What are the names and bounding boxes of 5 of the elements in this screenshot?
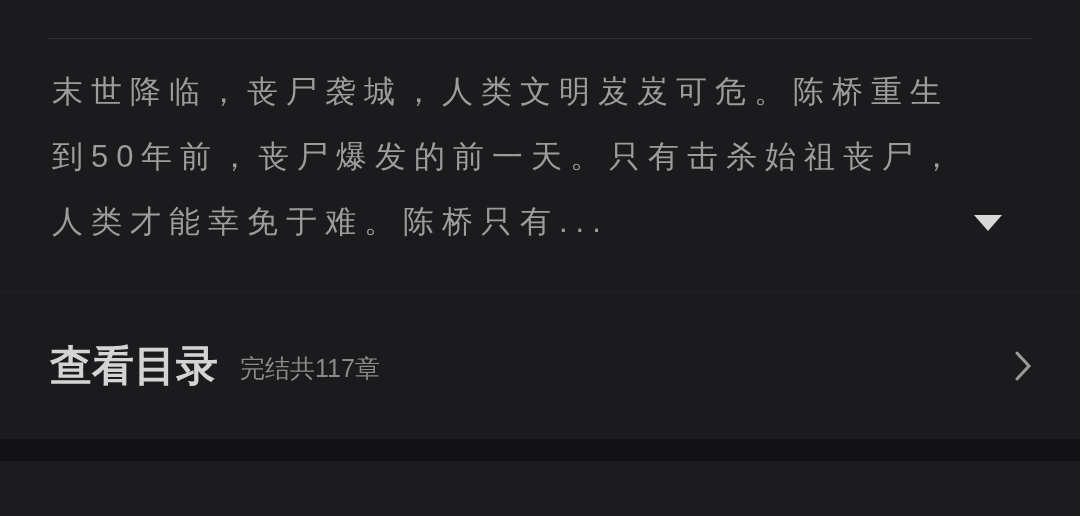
synopsis-text: 末世降临，丧尸袭城，人类文明岌岌可危。陈桥重生到50年前，丧尸爆发的前一天。只有击杀始祖丧尸，人类才能幸免于难。陈桥只有... [52, 73, 962, 241]
catalog-title[interactable]: 查看目录 [50, 334, 218, 397]
expand-icon[interactable] [974, 215, 1002, 231]
chapter-count: 完结共117章 [240, 352, 380, 384]
chevron-right-icon[interactable] [1014, 349, 1032, 382]
